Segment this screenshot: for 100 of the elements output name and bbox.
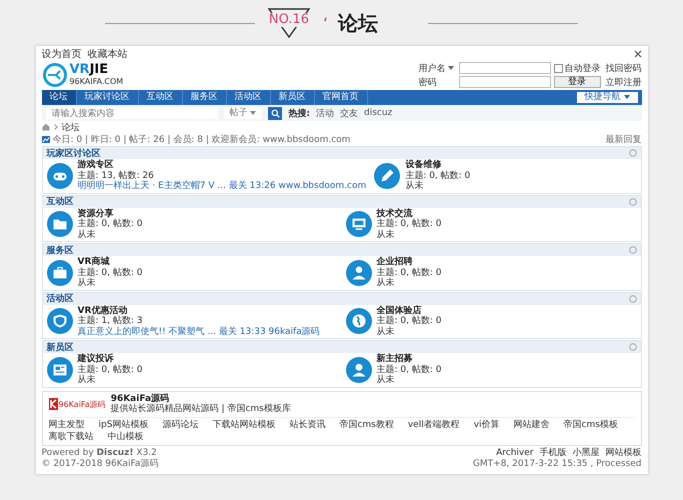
friend-link[interactable]: 离歌下载站 — [48, 430, 94, 442]
section-title[interactable]: 互动区 — [46, 195, 74, 208]
friend-link-name[interactable]: 96KaiFa源码 — [110, 394, 291, 404]
forum-name[interactable]: VR优惠活动 — [78, 306, 320, 316]
close-icon[interactable] — [634, 50, 642, 58]
forum-icon[interactable] — [46, 211, 72, 238]
register-link[interactable]: 立即注册 — [606, 76, 642, 88]
collapse-icon[interactable] — [628, 149, 636, 157]
last-post: 从未 — [78, 230, 96, 240]
collapse-icon[interactable] — [628, 246, 636, 254]
breadcrumb[interactable]: 论坛 — [62, 120, 80, 134]
section-title[interactable]: 新员区 — [46, 340, 74, 354]
last-post: 从未 — [376, 278, 396, 288]
forum-name[interactable]: 设备维修 — [405, 160, 470, 170]
last-post: 从未 — [405, 181, 424, 192]
search-scope[interactable]: 帖子 — [224, 107, 262, 119]
footer-link[interactable]: 手机版 — [540, 448, 566, 458]
footer-link[interactable]: 网站模板 — [606, 448, 642, 458]
friend-link[interactable]: vell者端教程 — [408, 418, 460, 430]
section-title[interactable]: 玩家区讨论区 — [46, 146, 100, 160]
forum-icon[interactable] — [46, 260, 72, 286]
section-title[interactable]: 活动区 — [46, 292, 74, 305]
forum-name[interactable]: 技术交流 — [376, 208, 442, 219]
checkbox[interactable] — [554, 64, 562, 72]
section-title[interactable]: 服务区 — [46, 244, 74, 256]
footer-link[interactable]: 小黑屋 — [572, 448, 600, 458]
caret-icon — [448, 66, 454, 70]
forum-counts: 主题: 0, 帖数: 0 — [78, 219, 142, 230]
username-field[interactable] — [458, 62, 550, 74]
logo-text: VRJIE — [70, 64, 110, 76]
logo-site: 96KAIFA.COM — [70, 76, 124, 86]
last-post: 从未 — [78, 278, 96, 288]
friend-link[interactable]: vi价算 — [474, 418, 500, 430]
last-post: 从未 — [376, 326, 396, 337]
forum-name[interactable]: 新主招募 — [376, 354, 442, 364]
quick-nav-button[interactable]: 快捷导航 — [576, 92, 638, 103]
forum-icon[interactable] — [374, 162, 400, 189]
last-post-link[interactable]: 真正意义上的即使气!! 不聚塑气 ... 最关 13:33 96kaifa源码 — [78, 326, 320, 337]
friend-link[interactable]: 下载站网站模板 — [212, 418, 276, 430]
top-link[interactable]: 设为首页 — [42, 49, 82, 60]
forum-counts: 主题: 0, 帖数: 0 — [405, 170, 470, 180]
forum-counts: 主题: 13, 帖数: 26 — [78, 170, 155, 180]
hot-link[interactable]: 活动 — [316, 106, 334, 120]
forum-icon[interactable] — [346, 308, 372, 334]
forum-name[interactable]: VR商城 — [78, 257, 142, 268]
last-post-link[interactable]: 明明明一样出上天 · E主类空帽7 V ... 最关 13:26 www.bbsdoom.com — [78, 181, 366, 192]
hot-link[interactable]: discuz — [364, 108, 392, 118]
friend-link[interactable]: 中山模板 — [108, 430, 144, 442]
friend-link[interactable]: 网站建舍 — [514, 418, 550, 430]
forum-name[interactable]: 企业招聘 — [376, 257, 442, 268]
password-label: 密码 — [418, 76, 438, 88]
collapse-icon[interactable] — [628, 343, 636, 351]
forgot-link[interactable]: 找回密码 — [606, 62, 642, 74]
friend-link[interactable]: 站长资讯 — [289, 418, 326, 430]
login-button[interactable]: 登录 — [554, 76, 600, 88]
brand-logo-text: 96KaiFa源码 — [58, 398, 106, 410]
logo-icon — [42, 62, 68, 88]
quote-mark: ‘ — [322, 14, 328, 32]
forum-icon[interactable] — [346, 260, 372, 286]
forum-counts: 主题: 0, 帖数: 0 — [78, 364, 142, 374]
friend-link[interactable]: 网主发型 — [48, 418, 84, 430]
friend-link[interactable]: 帝国cms教程 — [339, 418, 394, 430]
brand-icon — [48, 398, 58, 410]
forum-counts: 主题: 0, 帖数: 0 — [376, 316, 442, 326]
forum-icon[interactable] — [46, 162, 72, 189]
collapse-icon[interactable] — [628, 294, 636, 302]
nav-tab[interactable]: 论坛 — [42, 90, 76, 105]
copyright: © 2017-2018 96KaiFa源码 — [42, 458, 158, 470]
hot-link[interactable]: 交友 — [340, 106, 358, 120]
forum-name[interactable]: 游戏专区 — [78, 160, 366, 170]
footer-link[interactable]: Archiver — [496, 448, 534, 458]
friend-link[interactable]: 帝国cms模板 — [564, 418, 618, 430]
collapse-icon[interactable] — [628, 198, 636, 206]
forum-icon[interactable] — [46, 308, 72, 334]
page-title: 论坛 — [338, 10, 378, 36]
forum-icon[interactable] — [346, 356, 372, 383]
password-field[interactable] — [458, 76, 550, 88]
latest-link[interactable]: 最新回复 — [606, 132, 642, 146]
top-link[interactable]: 收藏本站 — [88, 49, 128, 60]
forum-icon[interactable] — [346, 211, 372, 238]
forum-stats: 今日: 0 | 昨日: 0 | 帖子: 26 | 会员: 8 | 欢迎新会员: www.bbsdoom.com — [52, 134, 350, 146]
forum-name[interactable]: 全国体验店 — [376, 306, 442, 316]
friend-link[interactable]: 源码论坛 — [162, 418, 198, 430]
chevron-icon — [54, 124, 58, 130]
checkbox-label: 自动登录 — [564, 62, 600, 74]
friend-link[interactable]: ipS网站模板 — [98, 418, 148, 430]
forum-counts: 主题: 0, 帖数: 0 — [376, 268, 442, 278]
last-post: 从未 — [78, 375, 96, 386]
home-icon[interactable] — [42, 123, 50, 131]
hot-label: 热搜: — [288, 108, 310, 120]
forum-name[interactable]: 资源分享 — [78, 208, 142, 219]
server-time: GMT+8, 2017-3-22 15:35 , Processed — [472, 458, 642, 470]
caret-icon — [624, 94, 630, 99]
search-button[interactable] — [268, 106, 282, 120]
forum-counts: 主题: 0, 帖数: 0 — [376, 219, 442, 230]
search-field[interactable]: 请输入搜索内容 — [46, 107, 218, 119]
powered-by: Powered by Discuz! X3.2 — [42, 448, 158, 458]
forum-name[interactable]: 建议投诉 — [78, 354, 142, 364]
friend-link-description: 提供站长源码精品网站源码 | 帝国cms模板库 — [110, 404, 291, 414]
forum-icon[interactable] — [46, 356, 72, 383]
